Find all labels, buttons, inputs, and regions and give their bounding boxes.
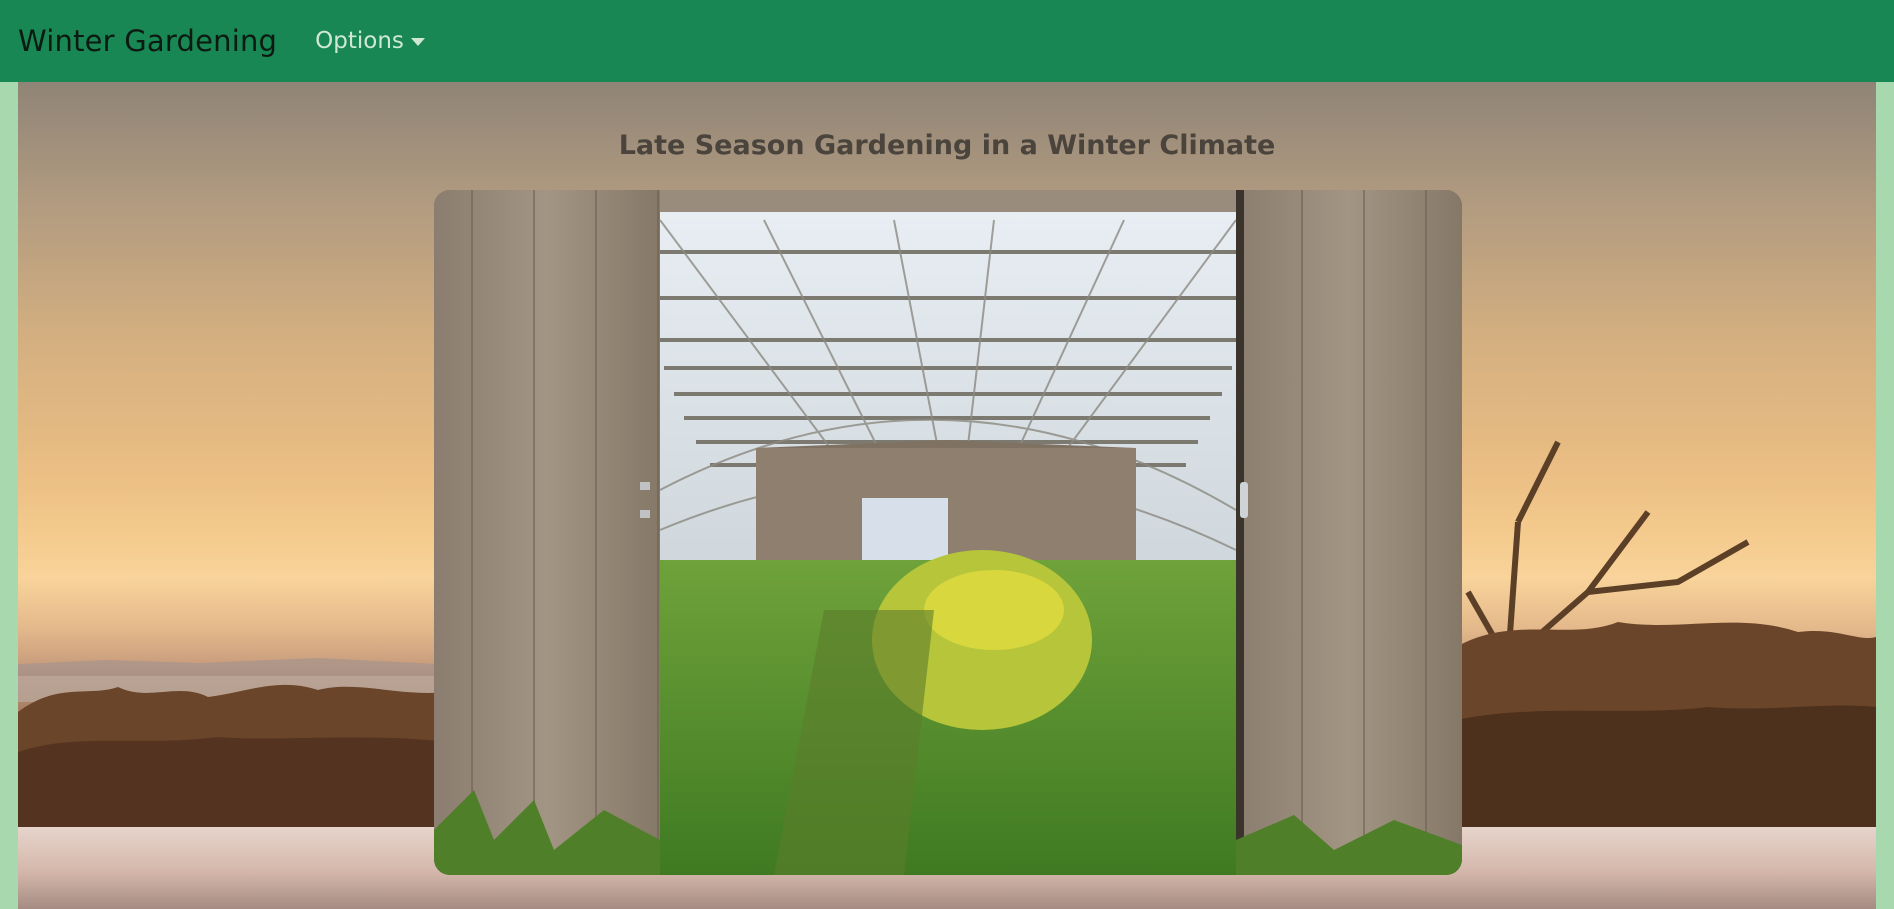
options-dropdown[interactable]: Options xyxy=(315,28,425,54)
greenhouse-image xyxy=(434,190,1462,875)
caret-down-icon xyxy=(410,38,425,46)
winter-sunset-background: Late Season Gardening in a Winter Climat… xyxy=(18,82,1876,909)
options-label: Options xyxy=(315,28,404,54)
navbar-brand[interactable]: Winter Gardening xyxy=(18,24,277,58)
page-title: Late Season Gardening in a Winter Climat… xyxy=(618,130,1276,161)
navbar: Winter Gardening Options xyxy=(0,0,1894,82)
shrubs-left xyxy=(18,684,448,832)
bare-tree-right xyxy=(1448,440,1876,832)
